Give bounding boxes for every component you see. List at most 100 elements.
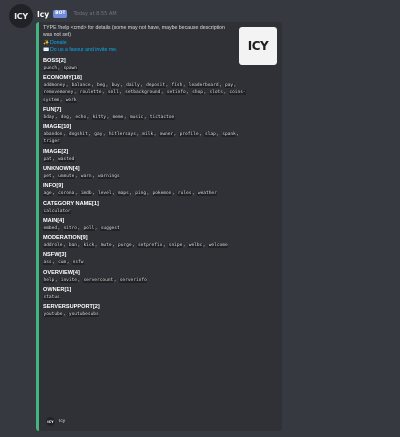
command-code: setinfo <box>166 90 187 96</box>
field-name: INFO[9] <box>43 183 64 190</box>
command-code: help <box>43 277 55 283</box>
sparkle-icon: ✨ <box>43 39 50 46</box>
command-code: rules <box>177 191 192 197</box>
field-value: age, corona, imdb, level, maps, ping, po… <box>43 191 218 197</box>
command-code: purge <box>117 243 133 249</box>
command-code: kitty <box>92 114 107 120</box>
field-value: embed, nitro, poll, suggest <box>43 225 121 231</box>
command-code: snipe <box>168 243 183 249</box>
command-code: wasted <box>57 156 75 162</box>
command-code: sell <box>107 90 120 96</box>
username[interactable]: Icy <box>37 10 49 19</box>
command-code: imdb <box>80 191 93 197</box>
command-code: dogshit <box>68 132 89 138</box>
command-code: ass <box>43 260 53 266</box>
command-code: deposit <box>145 82 166 88</box>
field-value: pet, unmute, warn, warnings <box>43 174 121 179</box>
field-name: UNKNOWN[4] <box>43 166 80 172</box>
field-name: OWNER[1] <box>43 287 72 294</box>
description-text: TYPE !help <cmd> for details (some may n… <box>43 25 225 39</box>
command-code: level <box>97 191 113 197</box>
thumbnail-text: ICY <box>247 39 269 53</box>
command-code: profile <box>179 132 200 138</box>
embed-fields: BOSS[2] punch, spawn ECONOMY[18] addmoney, … <box>43 57 278 319</box>
field-name: ECONOMY[18] <box>43 74 82 81</box>
embed-thumbnail[interactable]: ICY <box>239 27 277 65</box>
field-value: ass, cum, nsfw <box>43 260 84 266</box>
invite-link[interactable]: Do us a favour and invite me. <box>50 47 117 53</box>
envelope-icon: ✉️ <box>43 47 50 54</box>
command-code: ban <box>68 243 78 249</box>
embed-field: NSFW[3] ass, cum, nsfw <box>43 251 278 266</box>
command-code: owner <box>159 132 174 138</box>
command-code: servercount <box>82 277 114 283</box>
command-code: pat <box>43 156 53 162</box>
command-code: balance <box>71 82 92 88</box>
command-code: pokemon <box>152 191 172 197</box>
command-code: suggest <box>100 225 121 231</box>
field-name: NSFW[3] <box>43 252 67 259</box>
command-code: mute <box>100 243 113 249</box>
command-code: nsfw <box>72 260 84 266</box>
command-code: pet <box>43 174 53 179</box>
command-code: youtube <box>43 312 63 318</box>
bot-badge: BOT <box>53 10 68 18</box>
embed-field: OVERVIEW[4] help, invite, servercount, se… <box>43 269 278 284</box>
command-code: setbackground <box>124 90 161 96</box>
command-code: meme <box>112 114 124 120</box>
command-code: youtubesubs <box>68 312 100 318</box>
command-code: kick <box>82 243 95 249</box>
field-name: MODERATION[9] <box>43 235 88 242</box>
donate-link[interactable]: Donate <box>50 40 67 46</box>
command-code: poll <box>82 225 95 231</box>
embed-field: UNKNOWN[4] pet, unmute, warn, warnings <box>43 165 278 180</box>
embed-field: MAIN[4] embed, nitro, poll, suggest <box>43 217 278 232</box>
command-code: ping <box>134 191 147 197</box>
field-value: calculator <box>43 208 253 215</box>
command-code: buy <box>111 82 121 88</box>
command-code: beg <box>96 82 106 88</box>
command-code: roulette <box>79 90 102 96</box>
command-code: embed <box>43 225 58 231</box>
command-code: dog <box>60 114 70 120</box>
command-code: spawn <box>62 65 78 71</box>
command-code: daily <box>125 82 141 88</box>
command-code: welbc <box>188 243 203 249</box>
embed-field: INFO[9] age, corona, imdb, level, maps, p… <box>43 182 278 197</box>
command-code: maps <box>117 191 130 197</box>
avatar-text: ICY <box>14 11 28 21</box>
command-code: addmoney <box>43 82 66 88</box>
timestamp: Today at 8:55 AM <box>73 11 117 17</box>
embed-field: IMAGE[10] abandon, dogshit, gay, hitlersa… <box>43 123 278 146</box>
command-code: weather <box>197 191 218 197</box>
command-code: invite <box>60 277 78 283</box>
field-value: addrole, ban, kick, mute, purge, setpref… <box>43 243 229 249</box>
embed-field: OWNER[1] status <box>43 286 278 301</box>
command-code: slots <box>208 90 224 96</box>
field-value: help, invite, servercount, serverinfo <box>43 277 148 283</box>
command-code: age <box>43 191 53 197</box>
footer-avatar: ICY <box>46 417 55 426</box>
field-value: status <box>43 294 253 301</box>
field-name: IMAGE[10] <box>43 124 72 131</box>
command-code: nitro <box>62 225 78 231</box>
footer-text: Icy <box>59 419 66 424</box>
command-code: work <box>65 97 78 103</box>
field-value: addmoney, balance, beg, buy, daily, depo… <box>43 82 246 103</box>
command-code: calculator <box>43 208 72 214</box>
command-code: welcome <box>208 243 229 249</box>
field-value: bday, dog, echo, kitty, meme, music, tic… <box>43 114 175 120</box>
avatar[interactable]: ICY <box>9 4 33 28</box>
command-code: shop <box>191 90 204 96</box>
command-code: bday <box>43 114 55 120</box>
command-code: warn <box>80 174 93 179</box>
command-code: slap <box>204 132 217 138</box>
field-name: CATEGORY NAME[1] <box>43 200 99 207</box>
command-code: music <box>129 114 144 120</box>
field-value: youtube, youtubesubs <box>43 312 100 318</box>
embed-field: IMAGE[2] pat, wasted <box>43 148 278 163</box>
field-value: pat, wasted <box>43 156 75 162</box>
field-name: FUN[7] <box>43 106 62 113</box>
command-code: tictactoe <box>149 114 175 120</box>
embed-description: TYPE !help <cmd> for details (some may n… <box>43 25 233 55</box>
